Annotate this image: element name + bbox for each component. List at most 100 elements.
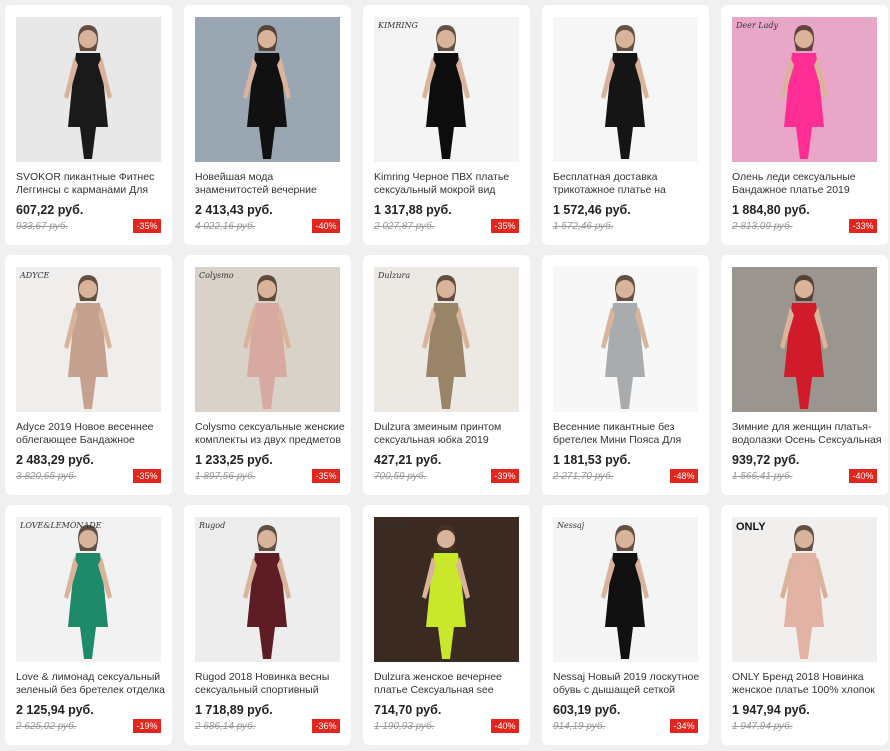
product-title[interactable]: Новейшая мода знаменитостей вечерние: [195, 171, 347, 196]
product-old-price: 4 022,16 руб.: [195, 221, 256, 232]
product-price: 2 125,94 руб.: [16, 703, 94, 717]
product-card[interactable]: Бесплатная доставка трикотажное платье н…: [542, 5, 709, 245]
black-fringe-dress-photo[interactable]: [195, 17, 340, 162]
product-price: 714,70 руб.: [374, 703, 442, 717]
brand-logo: Dulzura: [378, 271, 411, 280]
pink-bandage-dress-photo-svg: [732, 17, 877, 162]
product-price: 1 317,88 руб.: [374, 203, 452, 217]
product-card[interactable]: SVOKOR пикантные Фитнес Леггинсы с карма…: [5, 5, 172, 245]
green-sequin-dress-photo[interactable]: LOVE&LEMONADE: [16, 517, 161, 662]
discount-badge: -48%: [670, 469, 698, 483]
product-price: 1 181,53 руб.: [553, 453, 631, 467]
mesh-leggings-photo-svg: [553, 517, 698, 662]
product-price: 603,19 руб.: [553, 703, 621, 717]
product-card[interactable]: KIMRING Kimring Черное ПВХ платье сексуа…: [363, 5, 530, 245]
brand-logo: ONLY: [736, 521, 766, 533]
product-title[interactable]: Rugod 2018 Новинка весны сексуальный спо…: [195, 671, 347, 696]
product-old-price: 1 572,46 руб.: [553, 221, 614, 232]
pink-lace-dress-photo[interactable]: ONLY: [732, 517, 877, 662]
model-head: [795, 280, 813, 298]
red-turtleneck-dress-photo-svg: [732, 267, 877, 412]
model-head: [616, 530, 634, 548]
product-old-price: 3 820,65 руб.: [16, 471, 77, 482]
black-pvc-dress-photo-svg: [374, 17, 519, 162]
discount-badge: -40%: [491, 719, 519, 733]
product-card[interactable]: LOVE&LEMONADE Love & лимонад сексуальный…: [5, 505, 172, 745]
burgundy-tracksuit-photo[interactable]: Rugod: [195, 517, 340, 662]
black-fringe-dress-photo-svg: [195, 17, 340, 162]
product-old-price: 2 625,02 руб.: [16, 721, 77, 732]
black-pvc-dress-photo[interactable]: KIMRING: [374, 17, 519, 162]
nude-bandage-dress-photo-svg: [16, 267, 161, 412]
model-head: [258, 280, 276, 298]
pink-bandage-dress-photo[interactable]: Deer Lady: [732, 17, 877, 162]
product-title[interactable]: Бесплатная доставка трикотажное платье н…: [553, 171, 705, 196]
leggings-photo[interactable]: [16, 17, 161, 162]
product-card[interactable]: Dulzura Dulzura змеиным принтом сексуаль…: [363, 255, 530, 495]
grey-mini-dress-photo[interactable]: [553, 267, 698, 412]
product-old-price: 933,67 руб.: [16, 221, 69, 232]
brand-logo: LOVE&LEMONADE: [20, 521, 102, 530]
pink-two-piece-photo-svg: [195, 267, 340, 412]
brand-logo: KIMRING: [378, 21, 418, 30]
product-title[interactable]: Dulzura змеиным принтом сексуальная юбка…: [374, 421, 526, 446]
mesh-leggings-photo[interactable]: Nessaj: [553, 517, 698, 662]
product-price: 1 884,80 руб.: [732, 203, 810, 217]
brand-logo: Colysmo: [199, 271, 234, 280]
product-card[interactable]: ADYCE Adyce 2019 Новое весеннее облегающ…: [5, 255, 172, 495]
product-card[interactable]: Весенние пикантные без бретелек Мини Поя…: [542, 255, 709, 495]
product-price: 2 483,29 руб.: [16, 453, 94, 467]
discount-badge: -39%: [491, 469, 519, 483]
product-price: 1 572,46 руб.: [553, 203, 631, 217]
product-card[interactable]: Новейшая мода знаменитостей вечерние 2 4…: [184, 5, 351, 245]
brand-logo: Dulzura: [378, 521, 411, 530]
product-title[interactable]: Adyce 2019 Новое весеннее облегающее Бан…: [16, 421, 168, 446]
product-card[interactable]: ONLY ONLY Бренд 2018 Новинка женское пла…: [721, 505, 888, 745]
product-title[interactable]: Nessaj Новый 2019 лоскутное обувь с дыша…: [553, 671, 705, 696]
product-card[interactable]: Dulzura Dulzura женское вечернее платье …: [363, 505, 530, 745]
product-title[interactable]: Зимние для женщин платья-водолазки Осень…: [732, 421, 884, 446]
product-old-price: 1 897,56 руб.: [195, 471, 256, 482]
product-title[interactable]: Весенние пикантные без бретелек Мини Поя…: [553, 421, 705, 446]
burgundy-tracksuit-photo-svg: [195, 517, 340, 662]
product-title[interactable]: Kimring Черное ПВХ платье сексуальный мо…: [374, 171, 526, 196]
product-title[interactable]: Олень леди сексуальные Бандажное платье …: [732, 171, 884, 196]
pink-two-piece-photo[interactable]: Colysmo: [195, 267, 340, 412]
nude-bandage-dress-photo[interactable]: ADYCE: [16, 267, 161, 412]
product-old-price: 2 271,70 руб.: [553, 471, 614, 482]
model-head: [258, 30, 276, 48]
product-card[interactable]: Deer Lady Олень леди сексуальные Бандажн…: [721, 5, 888, 245]
brand-logo: Rugod: [199, 521, 226, 530]
black-knit-dress-photo[interactable]: [553, 17, 698, 162]
grey-mini-dress-photo-svg: [553, 267, 698, 412]
brand-logo: ADYCE: [20, 271, 50, 280]
product-price: 607,22 руб.: [16, 203, 84, 217]
product-card[interactable]: Nessaj Nessaj Новый 2019 лоскутное обувь…: [542, 505, 709, 745]
product-card[interactable]: Rugod Rugod 2018 Новинка весны сексуальн…: [184, 505, 351, 745]
product-title[interactable]: Love & лимонад сексуальный зеленый без б…: [16, 671, 168, 696]
product-title[interactable]: Colysmo сексуальные женские комплекты из…: [195, 421, 347, 446]
product-old-price: 1 190,93 руб.: [374, 721, 435, 732]
product-title[interactable]: Dulzura женское вечернее платье Сексуаль…: [374, 671, 526, 696]
product-old-price: 1 566,41 руб.: [732, 471, 793, 482]
model-head: [437, 30, 455, 48]
discount-badge: -35%: [312, 469, 340, 483]
discount-badge: -33%: [849, 219, 877, 233]
leggings-photo-svg: [16, 17, 161, 162]
model-head: [79, 30, 97, 48]
product-price: 939,72 руб.: [732, 453, 800, 467]
model-head: [437, 530, 455, 548]
discount-badge: -35%: [491, 219, 519, 233]
discount-badge: -34%: [670, 719, 698, 733]
snake-print-skirt-photo[interactable]: Dulzura: [374, 267, 519, 412]
product-title[interactable]: SVOKOR пикантные Фитнес Леггинсы с карма…: [16, 171, 168, 196]
product-old-price: 2 027,87 руб.: [374, 221, 435, 232]
neon-mesh-dress-photo[interactable]: Dulzura: [374, 517, 519, 662]
discount-badge: -35%: [133, 469, 161, 483]
product-title[interactable]: ONLY Бренд 2018 Новинка женское платье 1…: [732, 671, 884, 696]
snake-print-skirt-photo-svg: [374, 267, 519, 412]
pink-lace-dress-photo-svg: [732, 517, 877, 662]
product-card[interactable]: Colysmo Colysmo сексуальные женские комп…: [184, 255, 351, 495]
red-turtleneck-dress-photo[interactable]: [732, 267, 877, 412]
product-card[interactable]: Зимние для женщин платья-водолазки Осень…: [721, 255, 888, 495]
